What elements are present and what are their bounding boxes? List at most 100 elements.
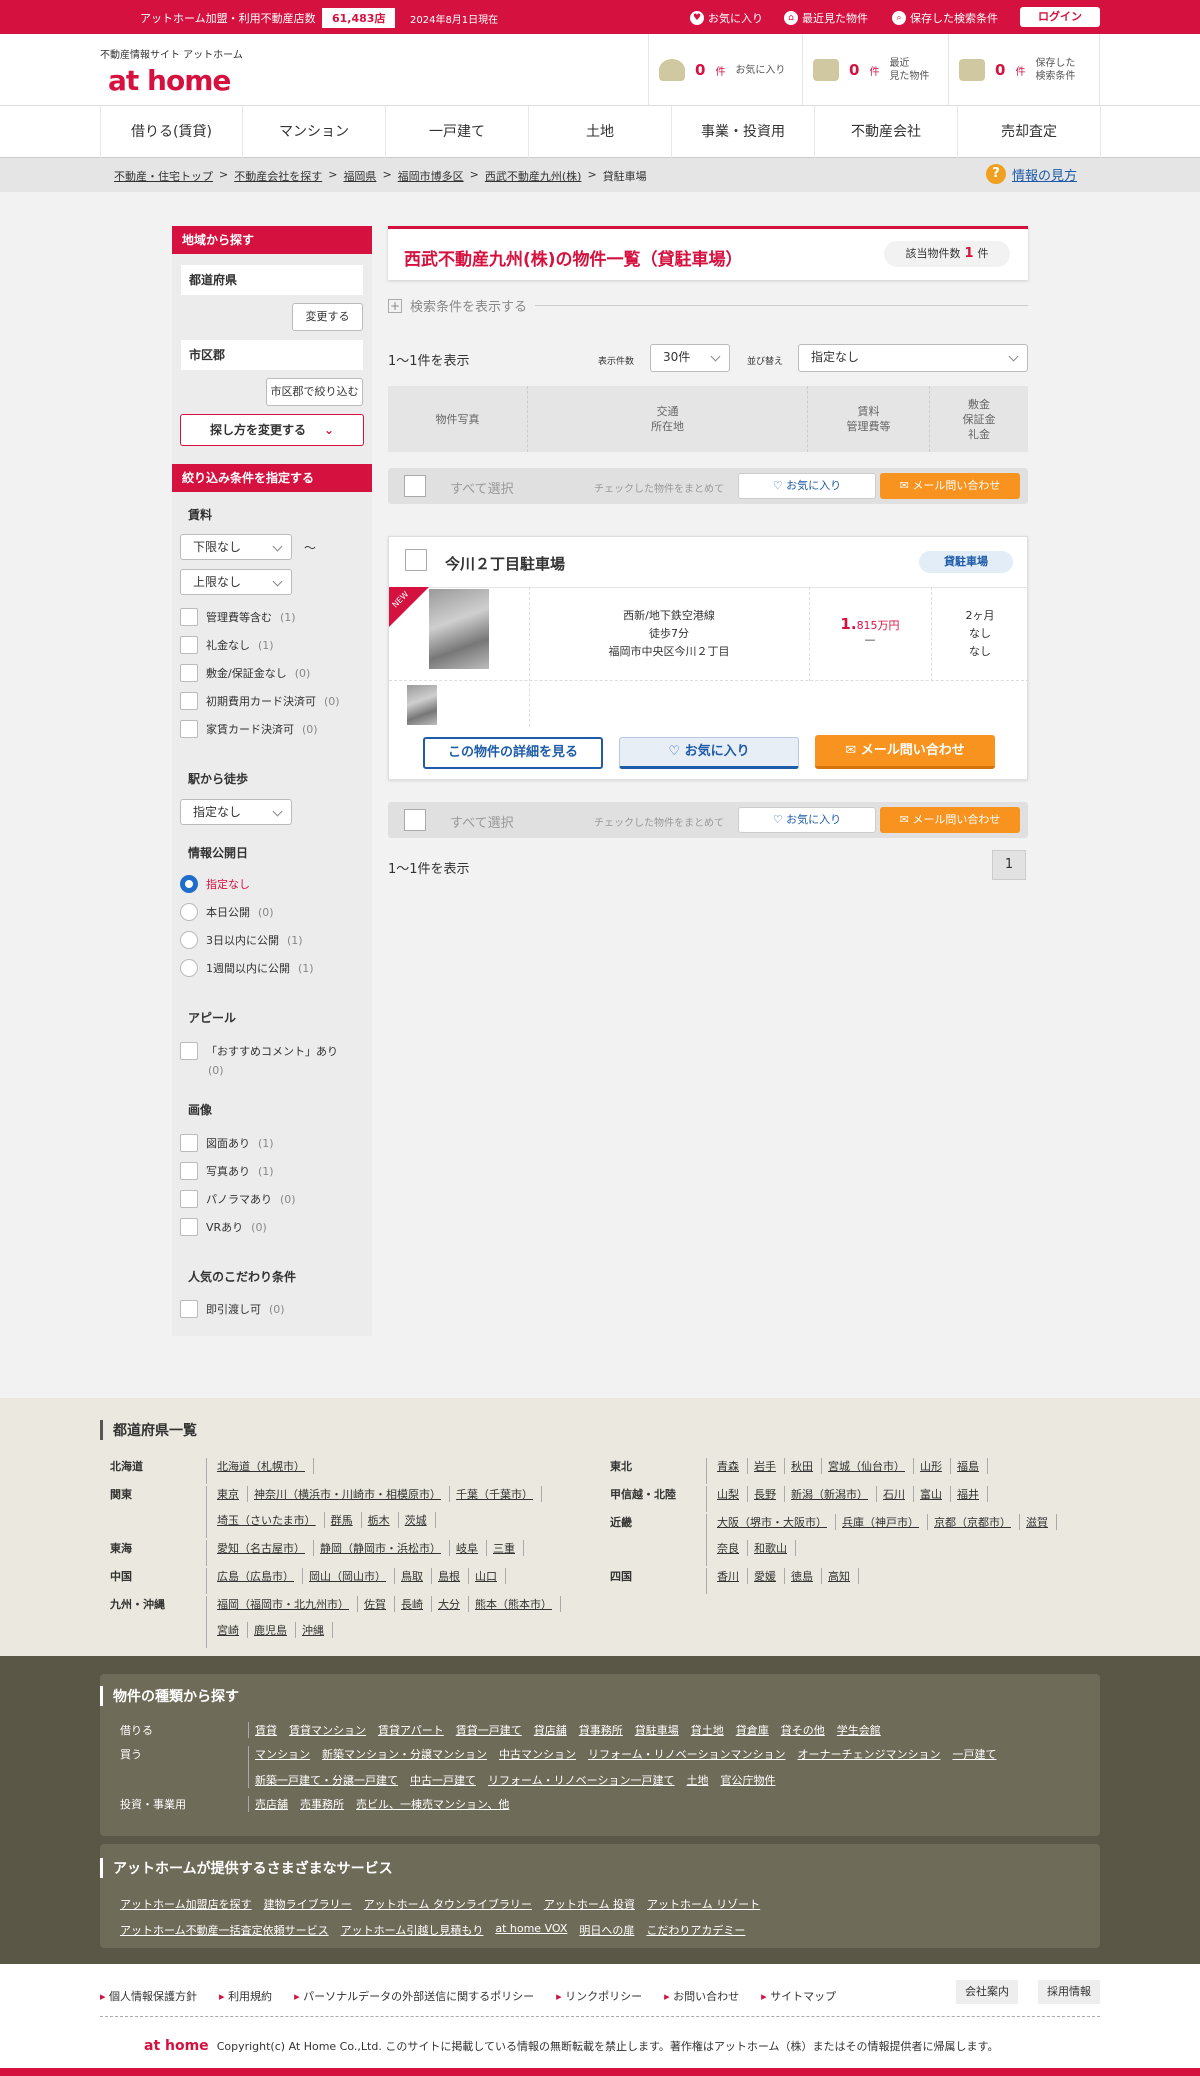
appeal-checkbox[interactable]: 「おすすめコメント」あり <box>180 1042 338 1060</box>
types-link[interactable]: 賃貸アパート <box>378 1722 444 1738</box>
footer-link[interactable]: 利用規約 <box>219 1988 272 2004</box>
pref-link[interactable]: 茨城 <box>405 1512 436 1528</box>
bulk-mail-button[interactable]: ✉ メール問い合わせ <box>880 807 1020 833</box>
nav-appraisal[interactable]: 売却査定 <box>958 106 1101 158</box>
filter-checkbox[interactable]: 礼金なし (1) <box>180 636 274 654</box>
service-link[interactable]: アットホーム引越し見積もり <box>341 1922 484 1938</box>
checkbox[interactable] <box>180 720 198 738</box>
footer-link[interactable]: お問い合わせ <box>664 1988 739 2004</box>
help-link[interactable]: ? 情報の見方 <box>986 164 1077 184</box>
pref-link[interactable]: 滋賀 <box>1026 1514 1057 1530</box>
radio-button[interactable] <box>180 903 198 921</box>
breadcrumb-item[interactable]: 不動産・住宅トップ <box>114 168 213 184</box>
pref-link[interactable]: 秋田 <box>791 1458 822 1474</box>
types-link[interactable]: マンション <box>255 1746 310 1762</box>
service-link[interactable]: こだわりアカデミー <box>646 1922 745 1938</box>
pref-link[interactable]: 岩手 <box>754 1458 785 1474</box>
filter-checkbox[interactable]: VRあり (0) <box>180 1218 267 1236</box>
pref-link[interactable]: 徳島 <box>791 1568 822 1584</box>
pref-link[interactable]: 青森 <box>717 1458 748 1474</box>
types-link[interactable]: 貸その他 <box>781 1722 825 1738</box>
property-thumbnail[interactable] <box>407 685 437 725</box>
pref-link[interactable]: 福岡（福岡市・北九州市） <box>217 1596 358 1612</box>
select-all-checkbox[interactable] <box>404 475 426 497</box>
footer-link[interactable]: リンクポリシー <box>556 1988 642 2004</box>
pref-link[interactable]: 宮崎 <box>217 1622 248 1638</box>
nav-rent[interactable]: 借りる(賃貸) <box>100 106 243 158</box>
pref-link[interactable]: 神奈川（横浜市・川崎市・相模原市） <box>254 1486 450 1502</box>
pref-link[interactable]: 長崎 <box>401 1596 432 1612</box>
property-photo[interactable] <box>429 589 489 669</box>
nav-land[interactable]: 土地 <box>529 106 672 158</box>
pref-link[interactable]: 山梨 <box>717 1486 748 1502</box>
breadcrumb-item[interactable]: 西武不動産九州(株) <box>485 168 582 184</box>
footer-link[interactable]: サイトマップ <box>761 1988 836 2004</box>
walk-select[interactable]: 指定なし <box>180 799 292 825</box>
bulk-favorite-button[interactable]: ♡ お気に入り <box>738 807 876 833</box>
footer-link[interactable]: 個人情報保護方針 <box>100 1988 197 2004</box>
pref-link[interactable]: 長野 <box>754 1486 785 1502</box>
filter-checkbox[interactable]: 初期費用カード決済可 (0) <box>180 692 340 710</box>
types-link[interactable]: 官公庁物件 <box>720 1772 775 1788</box>
pref-link[interactable]: 香川 <box>717 1568 748 1584</box>
service-link[interactable]: at home VOX <box>495 1922 567 1938</box>
checkbox[interactable] <box>180 1134 198 1152</box>
pref-link[interactable]: 愛媛 <box>754 1568 785 1584</box>
pref-link[interactable]: 静岡（静岡市・浜松市） <box>320 1540 450 1556</box>
types-link[interactable]: 土地 <box>686 1772 708 1788</box>
checkbox[interactable] <box>180 1218 198 1236</box>
pref-link[interactable]: 富山 <box>920 1486 951 1502</box>
select-all-checkbox[interactable] <box>404 809 426 831</box>
checkbox[interactable] <box>180 636 198 654</box>
nav-business[interactable]: 事業・投資用 <box>672 106 815 158</box>
pref-link[interactable]: 大分 <box>438 1596 469 1612</box>
pref-link[interactable]: 和歌山 <box>754 1540 796 1556</box>
checkbox[interactable] <box>180 1300 198 1318</box>
pref-link[interactable]: 佐賀 <box>364 1596 395 1612</box>
service-link[interactable]: 建物ライブラリー <box>264 1896 352 1912</box>
pref-link[interactable]: 島根 <box>438 1568 469 1584</box>
athome-logo[interactable]: at home <box>108 64 231 97</box>
publish-radio[interactable]: 3日以内に公開 (1) <box>180 931 303 949</box>
recruit-button[interactable]: 採用情報 <box>1038 1980 1100 2004</box>
types-link[interactable]: 賃貸 <box>255 1722 277 1738</box>
checkbox[interactable] <box>180 1042 198 1060</box>
radio-button[interactable] <box>180 875 198 893</box>
pref-link[interactable]: 熊本（熊本市） <box>475 1596 561 1612</box>
card-mail-button[interactable]: ✉ メール問い合わせ <box>815 735 995 769</box>
bulk-mail-button[interactable]: ✉ メール問い合わせ <box>880 473 1020 499</box>
rent-max-select[interactable]: 上限なし <box>180 569 292 595</box>
pref-link[interactable]: 鹿児島 <box>254 1622 296 1638</box>
pref-link[interactable]: 山口 <box>475 1568 506 1584</box>
pref-link[interactable]: 大阪（堺市・大阪市） <box>717 1514 836 1530</box>
pref-link[interactable]: 奈良 <box>717 1540 748 1556</box>
types-link[interactable]: 売ビル、一棟売マンション、他 <box>356 1796 509 1812</box>
header-favorites[interactable]: 0 件 お気に入り <box>648 34 802 106</box>
types-link[interactable]: 中古マンション <box>499 1746 576 1762</box>
types-link[interactable]: 売店舗 <box>255 1796 288 1812</box>
breadcrumb-item[interactable]: 福岡市博多区 <box>398 168 464 184</box>
per-page-select[interactable]: 30件 <box>650 344 730 372</box>
filter-checkbox[interactable]: 管理費等含む (1) <box>180 608 296 626</box>
types-link[interactable]: 新築マンション・分譲マンション <box>322 1746 487 1762</box>
publish-radio[interactable]: 本日公開 (0) <box>180 903 274 921</box>
types-link[interactable]: リフォーム・リノベーションマンション <box>588 1746 785 1762</box>
checkbox[interactable] <box>180 664 198 682</box>
change-prefecture-button[interactable]: 変更する <box>292 303 363 331</box>
pref-link[interactable]: 埼玉（さいたま市） <box>217 1512 325 1528</box>
pref-link[interactable]: 三重 <box>493 1540 524 1556</box>
pref-link[interactable]: 高知 <box>828 1568 859 1584</box>
card-favorite-button[interactable]: ♡ お気に入り <box>619 737 799 769</box>
top-favorites-link[interactable]: ♥ お気に入り <box>690 10 763 26</box>
pref-link[interactable]: 山形 <box>920 1458 951 1474</box>
breadcrumb-item[interactable]: 不動産会社を探す <box>234 168 322 184</box>
service-link[interactable]: アットホーム リゾート <box>647 1896 760 1912</box>
types-link[interactable]: 一戸建て <box>952 1746 996 1762</box>
filter-checkbox[interactable]: 敷金/保証金なし (0) <box>180 664 310 682</box>
bulk-favorite-button[interactable]: ♡ お気に入り <box>738 473 876 499</box>
pref-link[interactable]: 岡山（岡山市） <box>309 1568 395 1584</box>
top-saved-search-link[interactable]: ⌕ 保存した検索条件 <box>892 10 998 26</box>
types-link[interactable]: 中古一戸建て <box>410 1772 476 1788</box>
pref-link[interactable]: 福島 <box>957 1458 988 1474</box>
pref-link[interactable]: 鳥取 <box>401 1568 432 1584</box>
